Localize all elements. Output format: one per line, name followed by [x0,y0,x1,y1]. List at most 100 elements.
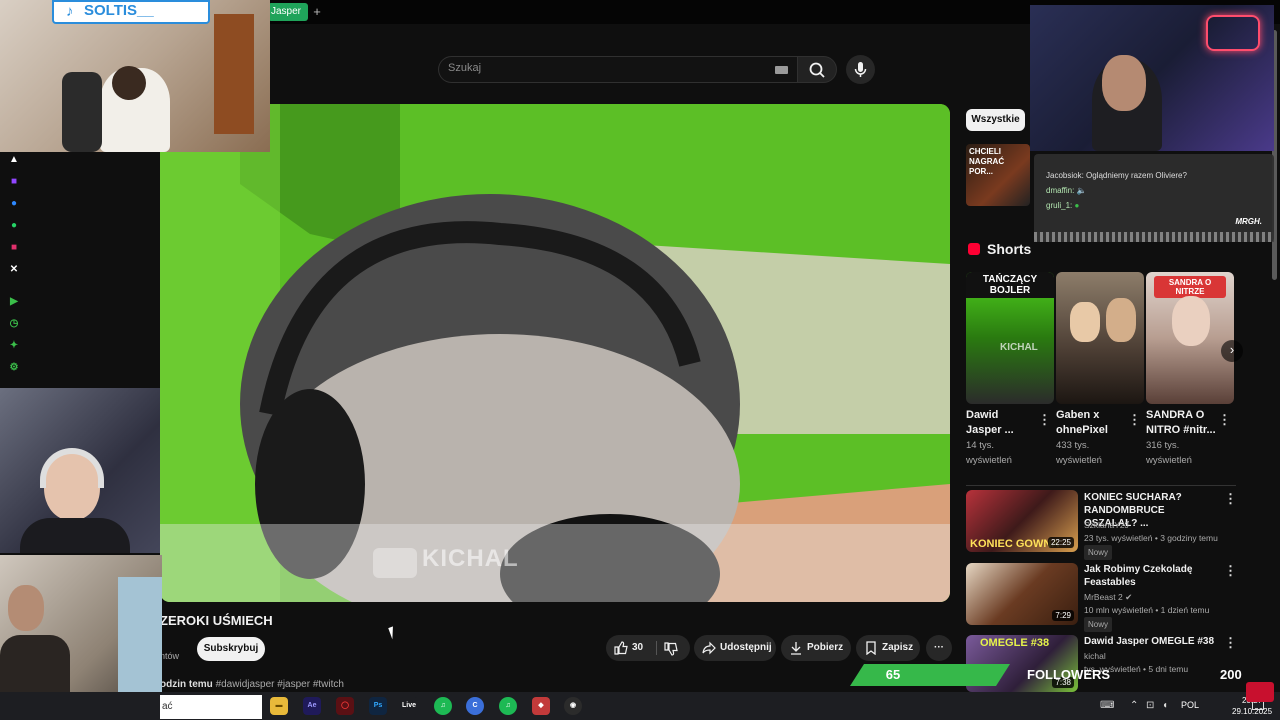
browser-tab-active[interactable]: Jasper [268,3,308,21]
short-views: 14 tys. wyświetleń [966,438,1012,468]
video-duration: 22:25 [1047,537,1074,548]
tiktok-icon: ♪ [66,3,74,20]
short-menu-button[interactable]: ⋮ [1128,412,1141,428]
description-tags: #dawidjasper #jasper #twitch [215,679,344,690]
instagram-icon[interactable]: ■ [8,242,20,254]
filter-chip-all[interactable]: Wszystkie [966,109,1025,131]
like-count: 30 [632,642,644,653]
whatsapp-icon[interactable]: ● [8,220,20,232]
chat-text: 🔈 [1076,186,1087,195]
spotify-icon[interactable]: ♫ [434,697,452,715]
short-title[interactable]: Dawid Jasper ... [966,408,1014,438]
short-menu-button[interactable]: ⋮ [1218,412,1231,428]
search-placeholder: Szukaj [448,62,482,74]
video-title-link[interactable]: Dawid Jasper OMEGLE #38 [1084,635,1216,648]
opera-icon[interactable]: ◯ [336,697,354,715]
webcam-body [20,518,130,553]
video-title-link[interactable]: Jak Robimy Czekoladę Feastables [1084,563,1216,589]
short-thumbnail[interactable]: TAŃCZĄCY BOJLER KICHAL [966,272,1054,404]
tiktok-handle: SOLTIS__ [84,2,154,19]
file-explorer-icon[interactable]: ▬ [270,697,288,715]
chat-user: Jacobsiok: [1046,171,1084,180]
short-views-line: 316 tys. [1146,440,1180,451]
taskbar-search-input[interactable]: ać [160,695,262,719]
channel-subscriber-count: ntów [160,651,180,661]
chat-message: Jacobsiok: Oglądniemy razem Oliviere? [1046,169,1187,183]
video-channel[interactable]: SzklanaY2J [1084,519,1224,532]
x-icon[interactable]: ✕ [8,264,20,276]
keyboard-icon[interactable] [775,66,788,74]
video-meta: 10 mln wyświetleń • 1 dzień temu [1084,605,1210,615]
video-menu-button[interactable]: ⋮ [1224,491,1237,507]
video-thumbnail[interactable]: 7:29 [966,563,1078,625]
like-dislike-group: 30 [606,635,690,661]
spotify-icon[interactable]: ♫ [499,697,517,715]
video-menu-button[interactable]: ⋮ [1224,563,1237,579]
short-views: 316 tys. wyświetleń [1146,438,1192,468]
logo-badge [1246,682,1274,702]
download-button[interactable]: Pobierz [781,635,851,661]
followers-count: 65 [885,667,901,682]
clock-icon[interactable]: ◷ [8,318,20,330]
shorts-heading: Shorts [987,241,1032,257]
keyboard-tray-icon[interactable]: ⌨ [1100,700,1114,711]
video-channel[interactable]: kichal [1084,650,1224,663]
video-description[interactable]: odzin temu #dawidjasper #jasper #twitch [160,679,344,690]
share-button[interactable]: Udostępnij [694,635,776,661]
app-icon[interactable]: ◆ [532,697,550,715]
short-face-art [1070,302,1100,342]
language-indicator[interactable]: POL [1181,700,1199,710]
short-views-line: wyświetleń [1146,455,1192,466]
dock-app-icon[interactable]: ▲ [8,154,20,166]
dislike-button[interactable] [662,635,686,661]
settings-icon[interactable]: ⚙ [8,362,20,374]
network-icon[interactable]: ⊡ [1146,700,1154,711]
short-thumbnail[interactable] [1056,272,1144,404]
video-menu-button[interactable]: ⋮ [1224,635,1237,651]
recommended-thumbnail[interactable]: CHCIELI NAGRAĆ POR... [966,144,1030,206]
chat-text: ● [1074,201,1080,210]
short-title[interactable]: Gaben x ohnePixel [1056,408,1108,438]
after-effects-icon[interactable]: Ae [303,697,321,715]
live-app-icon[interactable]: Live [400,697,418,715]
video-watermark: KICHAL [422,545,519,572]
ccleaner-icon[interactable]: C [466,697,484,715]
chat-tag: MRGH. [1235,217,1262,226]
extension-icon[interactable]: ✦ [8,340,20,352]
chat-message: dmaffin: 🔈 [1046,184,1087,198]
webcam-chair [62,72,102,152]
short-views-line: 433 tys. [1056,440,1090,451]
app-dock: ▲ ■ ● ● ■ ✕ ▶ ◷ ✦ ⚙ [4,152,24,382]
new-badge-row: Nowy [1084,617,1224,632]
obs-icon[interactable]: ◉ [564,697,582,715]
search-input[interactable] [438,56,798,83]
description-time: odzin temu [160,679,213,690]
share-label: Udostępnij [720,642,772,653]
new-tab-button[interactable]: + [310,3,324,21]
short-title[interactable]: SANDRA O NITRO #nitr... [1146,408,1216,438]
messenger-icon[interactable]: ● [8,198,20,210]
play-icon[interactable]: ▶ [8,296,20,308]
divider [656,641,657,655]
save-button[interactable]: Zapisz [856,635,920,661]
twitch-icon[interactable]: ■ [8,176,20,188]
shorts-next-button[interactable]: › [1221,340,1243,362]
webcam-window [118,577,162,705]
subscribe-button[interactable]: Subskrybuj [197,637,265,661]
voice-search-button[interactable] [846,55,875,84]
short-menu-button[interactable]: ⋮ [1038,412,1051,428]
photoshop-icon[interactable]: Ps [369,697,387,715]
chat-text: Oglądniemy razem Oliviere? [1086,171,1187,180]
volume-icon[interactable]: ◖ [1162,700,1168,711]
webcam-head [8,585,44,631]
search-button[interactable] [797,56,837,83]
video-thumbnail[interactable]: KONIEC GOWNA 22:25 [966,490,1078,552]
short-thumbnail[interactable]: SANDRA O NITRZE [1146,272,1234,404]
chevron-up-icon[interactable]: ⌃ [1130,700,1138,711]
download-label: Pobierz [807,642,844,653]
like-button[interactable]: 30 [614,635,658,661]
short-title-line: Dawid [966,409,999,421]
video-channel[interactable]: MrBeast 2 ✔ [1084,591,1224,604]
video-player[interactable] [160,104,950,602]
more-actions-button[interactable]: ··· [926,635,952,661]
